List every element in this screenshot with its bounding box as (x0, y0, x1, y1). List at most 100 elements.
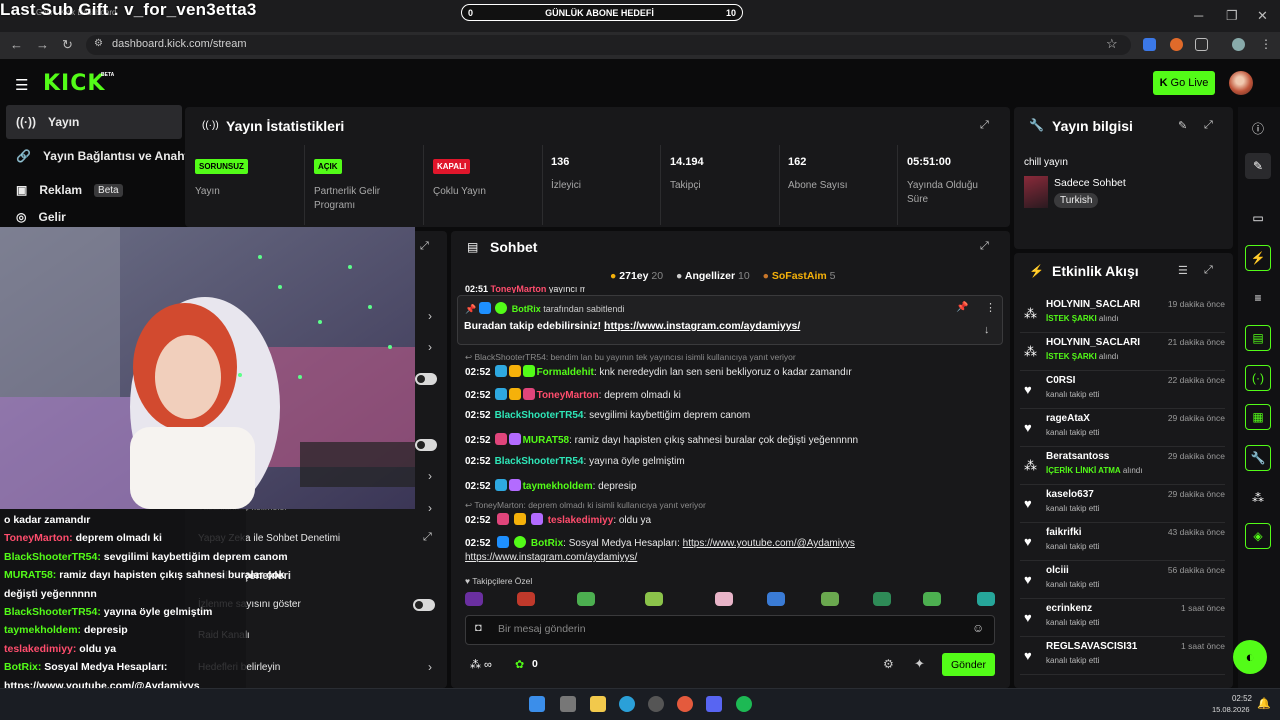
info-icon[interactable]: ⓘ (1245, 115, 1271, 141)
activity-item[interactable]: ⁂ HOLYNIN_SACLARI İSTEK ŞARKI alındı 19 dak… (1020, 296, 1225, 333)
activity-item[interactable]: ♥ C0RSI kanalı takip etti 22 dakika önce (1020, 372, 1225, 409)
extensions-puzzle-icon[interactable] (1195, 38, 1208, 51)
expand-down-icon[interactable]: ↓ (984, 324, 990, 336)
gifter-name[interactable]: SoFastAim (772, 270, 827, 282)
site-info-icon[interactable]: ⚙ (94, 38, 103, 49)
filter-icon[interactable]: ☰ (1178, 264, 1188, 277)
activity-item[interactable]: ⁂ HOLYNIN_SACLARI İSTEK ŞARKI alındı 21 dak… (1020, 334, 1225, 371)
activity-item[interactable]: ♥ rageAtaX kanalı takip etti 29 dakika önce (1020, 410, 1225, 447)
maximize-icon[interactable]: ❐ (1226, 8, 1238, 24)
edit-icon[interactable]: ✎ (1245, 153, 1271, 179)
activity-item[interactable]: ♥ faikrifki kanalı takip etti 43 dakika önc… (1020, 524, 1225, 561)
emote-icon[interactable] (465, 592, 483, 606)
emote-icon[interactable] (821, 592, 839, 606)
message-link[interactable]: https://www.instagram.com/aydamiyys/ (465, 552, 637, 563)
message-user[interactable]: taymekholdem (523, 481, 593, 492)
users-icon[interactable]: ⁂ (1245, 485, 1271, 511)
popout-icon[interactable]: ⤢ (1204, 119, 1213, 132)
forward-icon[interactable]: → (36, 37, 49, 52)
emote-icon[interactable] (517, 592, 535, 606)
show-viewcount-toggle[interactable] (413, 599, 435, 611)
message-user[interactable]: BlackShooterTR54 (495, 410, 584, 421)
sidebar-item-stream-key[interactable]: 🔗 Yayın Bağlantısı ve Anahtar (6, 139, 200, 173)
category-name[interactable]: Sadece Sohbet (1054, 177, 1126, 189)
message-user[interactable]: Formaldehit (537, 367, 594, 378)
pinned-link[interactable]: https://www.instagram.com/aydamiyys/ (604, 320, 800, 332)
more-options-icon[interactable]: ⋮ (985, 301, 996, 314)
emote-icon[interactable] (923, 592, 941, 606)
back-icon[interactable]: ← (10, 37, 23, 52)
close-icon[interactable]: ✕ (1257, 8, 1268, 24)
message-user[interactable]: BlackShooterTR54 (495, 456, 584, 467)
kick-logo[interactable]: KICK (43, 71, 105, 96)
toggle-switch[interactable] (415, 439, 437, 451)
settings-gear-icon[interactable]: ⚙ (883, 657, 894, 671)
activity-item[interactable]: ♥ olciii kanalı takip etti 56 dakika önce (1020, 562, 1225, 599)
avatar[interactable] (1229, 71, 1253, 95)
hamburger-menu-icon[interactable]: ☰ (15, 76, 28, 94)
popout-icon[interactable]: ⤢ (1204, 264, 1213, 277)
activity-item[interactable]: ♥ kaselo637 kanalı takip etti 29 dakika önc… (1020, 486, 1225, 523)
message-user[interactable]: MURAT58 (523, 435, 569, 446)
activity-item[interactable]: ⁂ Beratsantoss İÇERİK LİNKİ ATMA alındı 29 … (1020, 448, 1225, 485)
popout-icon[interactable]: ⤢ (980, 119, 989, 132)
profile-icon[interactable] (1232, 38, 1245, 51)
edge-icon[interactable] (619, 696, 635, 712)
sidebar-item-stream[interactable]: ((·)) Yayın (6, 105, 182, 139)
sidebar-item-revenue[interactable]: ◎ Gelir (6, 207, 182, 227)
chat-icon[interactable]: ▤ (1245, 325, 1271, 351)
wrench-icon[interactable]: 🔧 (1245, 445, 1271, 471)
minimize-icon[interactable]: ─ (1194, 8, 1203, 23)
lightning-icon[interactable]: ⚡ (1245, 245, 1271, 271)
bookmark-star-icon[interactable]: ☆ (1106, 36, 1118, 52)
chrome-icon[interactable] (677, 696, 693, 712)
toggle-switch[interactable] (415, 373, 437, 385)
video-icon[interactable]: ▭ (1245, 205, 1271, 231)
browser-menu-icon[interactable]: ⋮ (1260, 37, 1272, 51)
gifter-name[interactable]: 271ey (619, 270, 648, 282)
layout-icon[interactable]: ▦ (1245, 404, 1271, 430)
emote-icon[interactable] (577, 592, 595, 606)
emote-icon[interactable] (715, 592, 733, 606)
activity-item[interactable]: ♥ ecrinkenz kanalı takip etti 1 saat önce (1020, 600, 1225, 637)
tag-chip[interactable]: Turkish (1054, 193, 1099, 208)
task-view-icon[interactable] (560, 696, 576, 712)
mod-tools-icon[interactable]: ✦ (914, 656, 925, 672)
pinned-by-user[interactable]: BotRix (512, 304, 541, 314)
popout-icon[interactable]: ⤢ (420, 240, 429, 253)
go-live-button[interactable]: K Go Live (1153, 71, 1215, 95)
edit-icon[interactable]: ✎ (1178, 119, 1187, 132)
emote-icon[interactable] (645, 592, 663, 606)
broadcast-icon[interactable]: (·) (1245, 365, 1271, 391)
support-headset-icon[interactable]: ◐ (1233, 640, 1267, 674)
message-link[interactable]: https://www.youtube.com/@Aydamiyys (683, 538, 855, 549)
unpin-icon[interactable]: 📌 (956, 302, 968, 313)
file-explorer-icon[interactable] (590, 696, 606, 712)
sidebar-item-ads[interactable]: ▣ Reklam Beta (6, 173, 182, 207)
obs-icon[interactable] (648, 696, 664, 712)
discord-icon[interactable] (706, 696, 722, 712)
list-icon[interactable]: ≡ (1245, 285, 1271, 311)
message-user[interactable]: ToneyMarton (491, 285, 547, 293)
chevron-right-icon[interactable]: › (428, 340, 432, 354)
spotify-icon[interactable] (736, 696, 752, 712)
extension-icon[interactable] (1170, 38, 1183, 51)
translate-extension-icon[interactable] (1143, 38, 1156, 51)
chevron-right-icon[interactable]: › (428, 660, 432, 674)
message-user[interactable]: BotRix (531, 538, 563, 549)
gifter-name[interactable]: Angellizer (685, 270, 735, 282)
emoji-icon[interactable]: ☺ (972, 621, 984, 635)
message-user[interactable]: ToneyMarton (537, 390, 599, 401)
chevron-right-icon[interactable]: › (428, 309, 432, 323)
shield-icon[interactable]: ◈ (1245, 523, 1271, 549)
users-icon[interactable]: ⁂ ∞ (470, 658, 492, 671)
windows-start-icon[interactable] (529, 696, 545, 712)
external-link-icon[interactable]: ⤢ (423, 531, 432, 544)
emote-icon[interactable] (977, 592, 995, 606)
activity-item[interactable]: ♥ REGLSAVASCISI31 kanalı takip etti 1 saat … (1020, 638, 1225, 675)
notification-icon[interactable]: 🔔 (1257, 697, 1271, 710)
emote-icon[interactable] (767, 592, 785, 606)
message-user[interactable]: teslakedimiyy (548, 515, 614, 526)
reload-icon[interactable]: ↻ (62, 37, 73, 53)
popout-icon[interactable]: ⤢ (980, 240, 989, 253)
